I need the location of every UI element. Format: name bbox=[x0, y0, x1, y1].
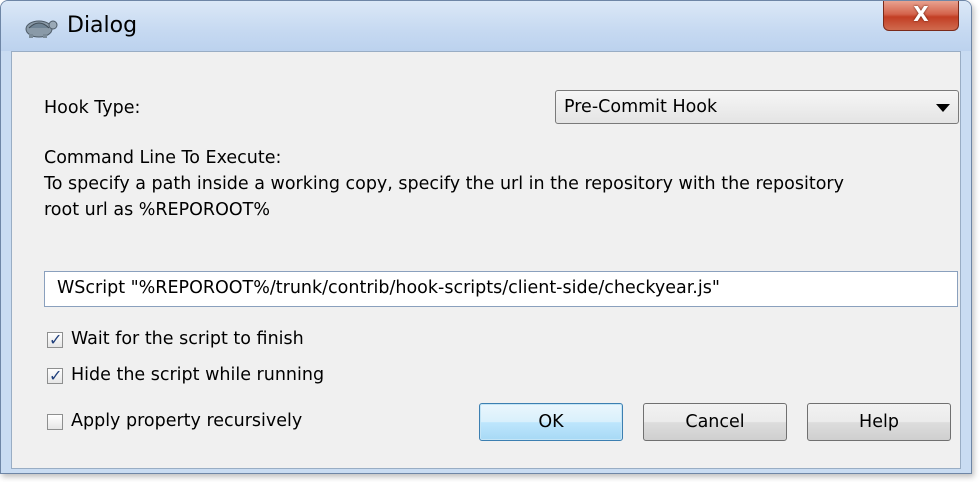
checkmark-icon: ✓ bbox=[49, 330, 63, 349]
recursive-label: Apply property recursively bbox=[71, 411, 303, 431]
window-title: Dialog bbox=[67, 13, 138, 38]
tortoise-icon bbox=[25, 20, 58, 38]
hook-type-select[interactable]: Pre-Commit Hook bbox=[555, 90, 959, 124]
wait-checkbox[interactable]: ✓ bbox=[47, 330, 63, 349]
command-line-input[interactable]: WScript "%REPOROOT%/trunk/contrib/hook-s… bbox=[44, 271, 958, 307]
hook-type-value: Pre-Commit Hook bbox=[564, 97, 718, 117]
wait-label: Wait for the script to finish bbox=[71, 329, 304, 349]
hide-label: Hide the script while running bbox=[71, 365, 325, 385]
dialog-window: Dialog X Hook Type: Pre-Commit Hook Comm… bbox=[0, 0, 972, 474]
close-icon: X bbox=[913, 2, 929, 26]
recursive-checkbox[interactable] bbox=[47, 414, 63, 430]
ok-button[interactable]: OK bbox=[479, 403, 623, 441]
command-line-label: Command Line To Execute: bbox=[44, 148, 282, 168]
help-text-line-2: root url as %REPOROOT% bbox=[44, 200, 270, 220]
help-text-line-1: To specify a path inside a working copy,… bbox=[44, 174, 844, 194]
chevron-down-icon bbox=[936, 104, 950, 112]
dialog-body: Hook Type: Pre-Commit Hook Command Line … bbox=[11, 51, 961, 469]
close-button[interactable]: X bbox=[883, 1, 959, 31]
hook-type-label: Hook Type: bbox=[44, 98, 141, 118]
checkmark-icon: ✓ bbox=[49, 366, 63, 385]
help-button[interactable]: Help bbox=[807, 403, 951, 441]
title-bar[interactable]: Dialog X bbox=[1, 1, 971, 51]
cancel-button[interactable]: Cancel bbox=[643, 403, 787, 441]
hide-checkbox[interactable]: ✓ bbox=[47, 366, 63, 385]
